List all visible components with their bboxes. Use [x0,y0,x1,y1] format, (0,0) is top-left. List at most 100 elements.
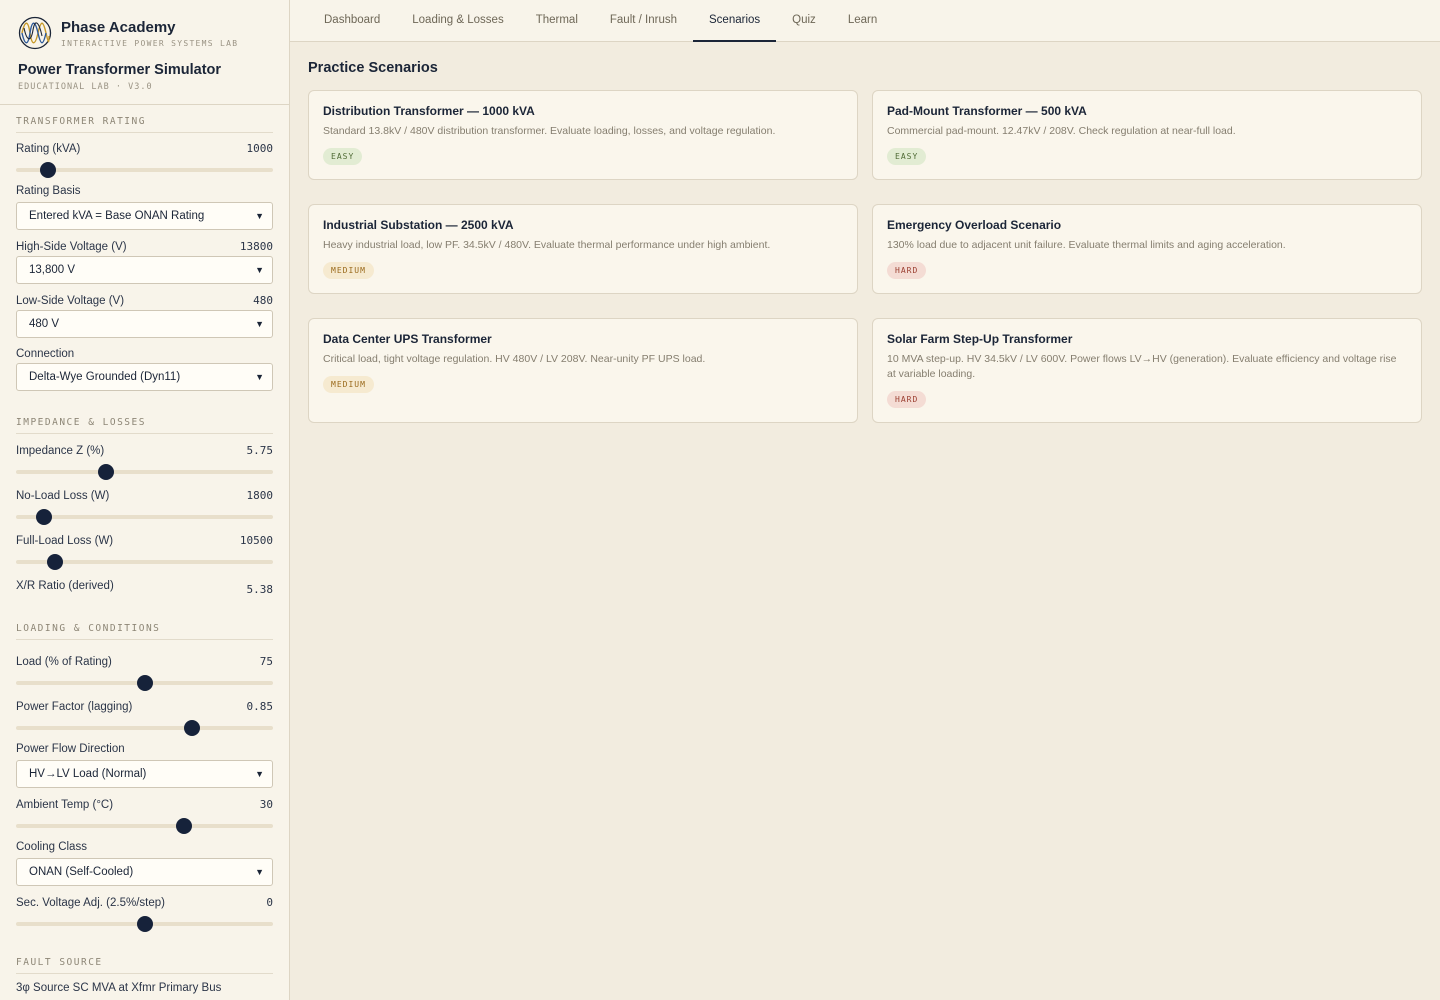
sine-wave-logo-icon [18,16,52,50]
hv-label: High-Side Voltage (V) [16,241,127,253]
slider-thumb[interactable] [36,509,53,525]
tab-fault-inrush[interactable]: Fault / Inrush [594,0,693,42]
section-loading-conditions: LOADING & CONDITIONS [16,623,273,640]
load-label: Load (% of Rating) [16,656,112,668]
chevron-down-icon: ▼ [255,211,264,221]
scenario-card[interactable]: Solar Farm Step-Up Transformer 10 MVA st… [872,318,1422,423]
ambient-temp-slider[interactable] [16,817,273,835]
tab-quiz[interactable]: Quiz [776,0,832,42]
impedance-label: Impedance Z (%) [16,445,105,457]
control-fullload-loss: Full-Load Loss (W) 10500 [16,534,273,571]
power-flow-label: Power Flow Direction [16,743,125,755]
impedance-slider[interactable] [16,463,273,481]
chevron-down-icon: ▼ [255,867,264,877]
brand-tagline: INTERACTIVE POWER SYSTEMS LAB [61,38,239,48]
scenario-card[interactable]: Distribution Transformer — 1000 kVA Stan… [308,90,858,180]
chevron-down-icon: ▼ [255,265,264,275]
slider-thumb[interactable] [184,720,201,736]
scenario-description: 10 MVA step-up. HV 34.5kV / LV 600V. Pow… [887,353,1397,380]
control-power-flow: Power Flow Direction HV→LV Load (Normal)… [16,743,273,788]
scenario-description: Standard 13.8kV / 480V distribution tran… [323,125,776,137]
sec-voltage-adj-value: 0 [266,896,273,909]
control-noload-loss: No-Load Loss (W) 1800 [16,489,273,526]
tab-thermal[interactable]: Thermal [520,0,594,42]
control-rating-kva: Rating (kVA) 1000 [16,142,273,179]
rating-basis-select[interactable]: Entered kVA = Base ONAN Rating ▼ [16,202,273,230]
power-flow-selected: HV→LV Load (Normal) [29,768,147,780]
tab-learn[interactable]: Learn [832,0,893,42]
page-title: Practice Scenarios [308,60,438,76]
difficulty-badge: MEDIUM [323,262,374,279]
lv-value: 480 [253,294,273,307]
hv-select[interactable]: 13,800 V ▼ [16,256,273,284]
scenario-description: Commercial pad-mount. 12.47kV / 208V. Ch… [887,125,1236,137]
control-load: Load (% of Rating) 75 [16,655,273,692]
control-panel: TRANSFORMER RATING Rating (kVA) 1000 Rat… [0,116,289,994]
control-ambient-temp: Ambient Temp (°C) 30 [16,798,273,835]
scenario-card[interactable]: Data Center UPS Transformer Critical loa… [308,318,858,423]
scenario-card[interactable]: Industrial Substation — 2500 kVA Heavy i… [308,204,858,294]
difficulty-badge: EASY [887,148,927,165]
scenario-description: Heavy industrial load, low PF. 34.5kV / … [323,239,771,251]
hv-value: 13800 [239,240,273,253]
chevron-down-icon: ▼ [255,372,264,382]
slider-thumb[interactable] [97,464,114,480]
tab-scenarios[interactable]: Scenarios [693,0,777,42]
rating-basis-selected: Entered kVA = Base ONAN Rating [29,210,205,222]
scenario-title: Industrial Substation — 2500 kVA [323,218,514,232]
tab-dashboard[interactable]: Dashboard [308,0,396,42]
chevron-down-icon: ▼ [255,319,264,329]
ambient-temp-value: 30 [259,798,273,811]
slider-thumb[interactable] [176,818,193,834]
control-xr-ratio: X/R Ratio (derived) 5.38 [16,579,273,596]
tab-loading-losses[interactable]: Loading & Losses [396,0,519,42]
slider-thumb[interactable] [136,916,153,932]
scenario-title: Solar Farm Step-Up Transformer [887,332,1073,346]
connection-select[interactable]: Delta-Wye Grounded (Dyn11) ▼ [16,363,273,391]
scenario-title: Pad-Mount Transformer — 500 kVA [887,104,1087,118]
slider-thumb[interactable] [40,162,57,178]
cooling-class-select[interactable]: ONAN (Self-Cooled) ▼ [16,858,273,886]
chevron-down-icon: ▼ [255,769,264,779]
slider-thumb[interactable] [136,675,153,691]
power-flow-select[interactable]: HV→LV Load (Normal) ▼ [16,760,273,788]
noload-loss-slider[interactable] [16,508,273,526]
control-sec-voltage-adj: Sec. Voltage Adj. (2.5%/step) 0 [16,896,273,933]
impedance-value: 5.75 [246,444,274,457]
control-hv: High-Side Voltage (V) 13800 13,800 V ▼ [16,240,273,284]
difficulty-badge: MEDIUM [323,376,374,393]
brand-header: Phase Academy INTERACTIVE POWER SYSTEMS … [0,0,289,105]
rating-kva-value: 1000 [246,142,274,155]
fullload-loss-value: 10500 [239,534,273,547]
ambient-temp-label: Ambient Temp (°C) [16,799,114,811]
sec-voltage-adj-slider[interactable] [16,915,273,933]
power-factor-label: Power Factor (lagging) [16,701,133,713]
slider-track [16,470,273,474]
load-slider[interactable] [16,674,273,692]
hv-selected: 13,800 V [29,264,76,276]
slider-track [16,515,273,519]
power-factor-slider[interactable] [16,719,273,737]
scenarios-panel: Practice Scenarios Distribution Transfor… [308,60,1422,423]
scenario-card[interactable]: Pad-Mount Transformer — 500 kVA Commerci… [872,90,1422,180]
control-power-factor: Power Factor (lagging) 0.85 [16,700,273,737]
section-transformer-rating: TRANSFORMER RATING [16,116,273,133]
difficulty-badge: HARD [887,391,927,408]
lv-select[interactable]: 480 V ▼ [16,310,273,338]
fullload-loss-slider[interactable] [16,553,273,571]
slider-thumb[interactable] [46,554,63,570]
control-connection: Connection Delta-Wye Grounded (Dyn11) ▼ [16,348,273,391]
control-fault-source: 3φ Source SC MVA at Xfmr Primary Bus [16,982,273,994]
noload-loss-value: 1800 [246,489,274,502]
control-rating-basis: Rating Basis Entered kVA = Base ONAN Rat… [16,185,273,230]
scenario-card[interactable]: Emergency Overload Scenario 130% load du… [872,204,1422,294]
slider-track [16,824,273,828]
app-title: Power Transformer Simulator [18,62,222,78]
app-version: EDUCATIONAL LAB · V3.0 [18,82,153,92]
slider-track [16,726,273,730]
scenario-title: Data Center UPS Transformer [323,332,492,346]
rating-basis-label: Rating Basis [16,185,81,197]
sec-voltage-adj-label: Sec. Voltage Adj. (2.5%/step) [16,897,165,909]
fullload-loss-label: Full-Load Loss (W) [16,535,114,547]
rating-kva-slider[interactable] [16,161,273,179]
